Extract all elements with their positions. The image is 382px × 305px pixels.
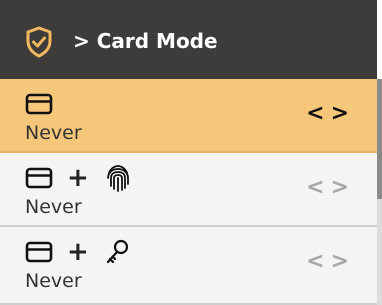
next-arrow-icon[interactable]: > <box>331 249 355 274</box>
card-icon <box>25 167 53 189</box>
header-bar: > Card Mode <box>0 0 377 79</box>
option-value: Never <box>25 122 82 144</box>
scrollbar-thumb[interactable] <box>377 79 382 199</box>
value-switcher[interactable]: <> <box>306 103 355 125</box>
next-arrow-icon[interactable]: > <box>331 175 355 200</box>
key-icon <box>106 239 128 264</box>
shield-check-icon <box>26 26 52 58</box>
option-row-card-key[interactable]: + Never <> <box>0 227 377 305</box>
prev-arrow-icon[interactable]: < <box>306 101 330 126</box>
option-value: Never <box>25 270 82 292</box>
card-icon <box>25 93 53 115</box>
plus-sign: + <box>67 163 89 193</box>
card-icon <box>25 241 53 263</box>
option-row-card-fingerprint[interactable]: + Never <> <box>0 153 377 227</box>
fingerprint-icon <box>106 165 129 192</box>
card-mode-screen: > Card Mode Never <> + Never <> + Never … <box>0 0 382 305</box>
scrollbar[interactable] <box>377 79 382 305</box>
prev-arrow-icon[interactable]: < <box>306 175 330 200</box>
plus-sign: + <box>67 237 89 267</box>
value-switcher[interactable]: <> <box>306 177 355 199</box>
option-row-card[interactable]: Never <> <box>0 79 377 153</box>
value-switcher[interactable]: <> <box>306 251 355 273</box>
page-title: > Card Mode <box>73 29 218 53</box>
option-value: Never <box>25 196 82 218</box>
next-arrow-icon[interactable]: > <box>331 101 355 126</box>
prev-arrow-icon[interactable]: < <box>306 249 330 274</box>
